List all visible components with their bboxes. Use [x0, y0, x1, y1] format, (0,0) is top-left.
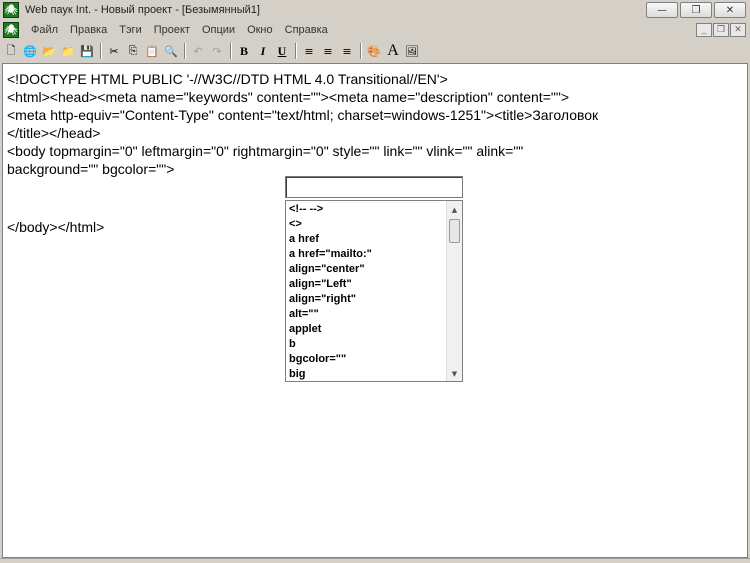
align-right-icon[interactable]: ≡	[338, 42, 356, 60]
color-palette-icon[interactable]: 🎨	[365, 42, 383, 60]
code-line: <html><head><meta name="keywords" conten…	[7, 89, 569, 105]
list-item[interactable]: bgcolor=""	[286, 352, 446, 367]
save-icon[interactable]: 💾	[78, 42, 96, 60]
list-item[interactable]: big	[286, 367, 446, 381]
toolbar-separator	[100, 43, 102, 59]
menu-bar: 🕷 Файл Правка Тэги Проект Опции Окно Спр…	[0, 20, 750, 40]
tag-search-input[interactable]	[285, 176, 463, 198]
document-minimize-button[interactable]: _	[696, 23, 712, 37]
insert-image-icon[interactable]: 🖼	[403, 42, 421, 60]
menu-project[interactable]: Проект	[148, 24, 196, 36]
code-line: <!DOCTYPE HTML PUBLIC '-//W3C//DTD HTML …	[7, 71, 448, 87]
list-item[interactable]: a href	[286, 232, 446, 247]
cut-icon[interactable]: ✂	[105, 42, 123, 60]
open-web-icon[interactable]: 🌐	[21, 42, 39, 60]
restore-button[interactable]: ❐	[680, 2, 712, 18]
code-line: background="" bgcolor="">	[7, 161, 175, 177]
bold-button[interactable]: B	[235, 42, 253, 60]
document-spider-icon[interactable]: 🕷	[3, 22, 19, 38]
find-icon[interactable]: 🔍	[162, 42, 180, 60]
menu-options[interactable]: Опции	[196, 24, 241, 36]
window-controls: — ❐ ✕	[646, 2, 746, 18]
document-window-controls: _ ❐ ✕	[696, 23, 746, 37]
copy-icon[interactable]: ⎘	[124, 42, 142, 60]
close-button[interactable]: ✕	[714, 2, 746, 18]
italic-button[interactable]: I	[254, 42, 272, 60]
tag-list-items: <!-- --> <> a href a href="mailto:" alig…	[286, 202, 446, 381]
underline-button[interactable]: U	[273, 42, 291, 60]
toolbar-separator	[360, 43, 362, 59]
spider-icon[interactable]: 🕷	[3, 2, 19, 18]
toolbar-separator	[184, 43, 186, 59]
font-icon[interactable]: A	[384, 42, 402, 60]
open-project-icon[interactable]: 📁	[59, 42, 77, 60]
open-file-icon[interactable]: 📂	[40, 42, 58, 60]
list-item[interactable]: <>	[286, 217, 446, 232]
scrollbar-thumb[interactable]	[449, 219, 460, 243]
menu-window[interactable]: Окно	[241, 24, 279, 36]
scroll-up-icon[interactable]: ▲	[447, 202, 462, 217]
redo-icon[interactable]: ↷	[208, 42, 226, 60]
code-line: </body></html>	[7, 219, 105, 235]
title-bar: 🕷 Web паук Int. - Новый проект - [Безымя…	[0, 0, 750, 20]
window-title: Web паук Int. - Новый проект - [Безымянн…	[25, 4, 260, 16]
menu-edit[interactable]: Правка	[64, 24, 113, 36]
scroll-down-icon[interactable]: ▼	[447, 366, 462, 381]
toolbar-separator	[295, 43, 297, 59]
list-item[interactable]: align="right"	[286, 292, 446, 307]
code-line: </title></head>	[7, 125, 101, 141]
list-item[interactable]: applet	[286, 322, 446, 337]
document-close-button[interactable]: ✕	[730, 23, 746, 37]
list-item[interactable]: align="center"	[286, 262, 446, 277]
list-item[interactable]: <!-- -->	[286, 202, 446, 217]
toolbar: 🗋 🌐 📂 📁 💾 ✂ ⎘ 📋 🔍 ↶ ↷ B I U ≡ ≡ ≡ 🎨 A 🖼	[0, 40, 750, 62]
vertical-scrollbar[interactable]: ▲ ▼	[446, 201, 462, 381]
new-file-icon[interactable]: 🗋	[2, 42, 20, 60]
status-bar	[0, 558, 750, 563]
list-item[interactable]: align="Left"	[286, 277, 446, 292]
code-line: <body topmargin="0" leftmargin="0" right…	[7, 143, 524, 159]
paste-icon[interactable]: 📋	[143, 42, 161, 60]
menu-file[interactable]: Файл	[25, 24, 64, 36]
align-left-icon[interactable]: ≡	[300, 42, 318, 60]
align-center-icon[interactable]: ≡	[319, 42, 337, 60]
code-line: <meta http-equiv="Content-Type" content=…	[7, 107, 599, 123]
menu-help[interactable]: Справка	[279, 24, 334, 36]
undo-icon[interactable]: ↶	[189, 42, 207, 60]
minimize-button[interactable]: —	[646, 2, 678, 18]
tag-autocomplete-list[interactable]: <!-- --> <> a href a href="mailto:" alig…	[285, 200, 463, 382]
toolbar-separator	[230, 43, 232, 59]
list-item[interactable]: a href="mailto:"	[286, 247, 446, 262]
list-item[interactable]: alt=""	[286, 307, 446, 322]
list-item[interactable]: b	[286, 337, 446, 352]
menu-tags[interactable]: Тэги	[113, 24, 148, 36]
document-restore-button[interactable]: ❐	[713, 23, 729, 37]
